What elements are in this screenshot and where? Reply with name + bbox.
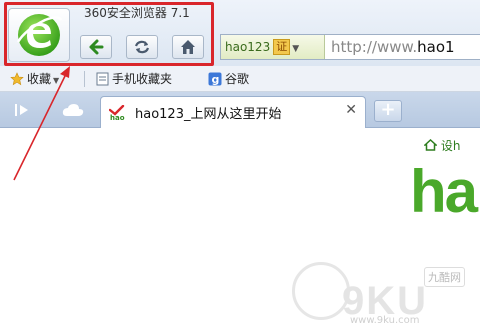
watermark-logo: 九酷网 <box>424 267 465 287</box>
page-content: 设h ha 9KU 九酷网 www.9ku.com <box>0 129 480 330</box>
svg-text:hao: hao <box>110 114 125 121</box>
google-icon: g <box>208 72 222 91</box>
divider <box>84 71 85 87</box>
hao123-favicon: hao <box>108 104 131 125</box>
new-tab-button[interactable]: + <box>374 100 402 122</box>
chevron-down-icon: ▼ <box>53 76 60 85</box>
sidebar-toggle-icon <box>15 104 28 116</box>
site-identity-badge[interactable]: hao123 证 ▼ <box>221 35 325 59</box>
star-icon <box>10 72 24 91</box>
favorites-label: 收藏 <box>27 72 52 86</box>
google-label: 谷歌 <box>225 72 250 86</box>
chevron-down-icon: ▼ <box>292 44 300 54</box>
google-link[interactable]: g 谷歌 <box>208 70 249 88</box>
sidebar-toggle-button[interactable] <box>10 100 36 120</box>
url-host: hao1 <box>417 38 455 56</box>
close-icon[interactable]: ✕ <box>345 102 357 118</box>
hao123-brand-logo[interactable]: ha <box>410 157 478 226</box>
favorites-menu[interactable]: 收藏 ▼ <box>10 70 59 88</box>
set-homepage-link[interactable]: 设h <box>423 137 461 154</box>
annotation-highlight-box <box>4 2 214 66</box>
watermark-url: www.9ku.com <box>350 315 420 326</box>
mobile-favorites-label: 手机收藏夹 <box>112 72 173 86</box>
browser-toolbar: 360安全浏览器 7.1 hao123 证 ▼ http://www.hao1 <box>0 0 480 66</box>
favorites-bar: 收藏 ▼ 手机收藏夹 g 谷歌 <box>0 66 480 92</box>
mobile-favorites-link[interactable]: 手机收藏夹 <box>96 70 172 88</box>
url-text[interactable]: http://www.hao1 <box>331 35 480 59</box>
site-badge-label: hao123 <box>225 40 271 54</box>
svg-text:g: g <box>212 73 220 86</box>
tab-bar: hao hao123_上网从这里开始 ✕ + <box>0 92 480 128</box>
cloud-sync-button[interactable] <box>60 100 86 120</box>
address-bar[interactable]: hao123 证 ▼ http://www.hao1 <box>220 34 480 60</box>
url-prefix: http://www. <box>331 38 418 56</box>
certificate-badge: 证 <box>273 39 291 55</box>
home-icon <box>423 138 441 153</box>
set-homepage-label: 设h <box>440 139 461 153</box>
tab-title: hao123_上网从这里开始 <box>135 107 282 122</box>
cloud-icon <box>62 104 84 116</box>
tab-hao123[interactable]: hao hao123_上网从这里开始 ✕ <box>100 96 366 128</box>
page-icon <box>96 72 109 91</box>
